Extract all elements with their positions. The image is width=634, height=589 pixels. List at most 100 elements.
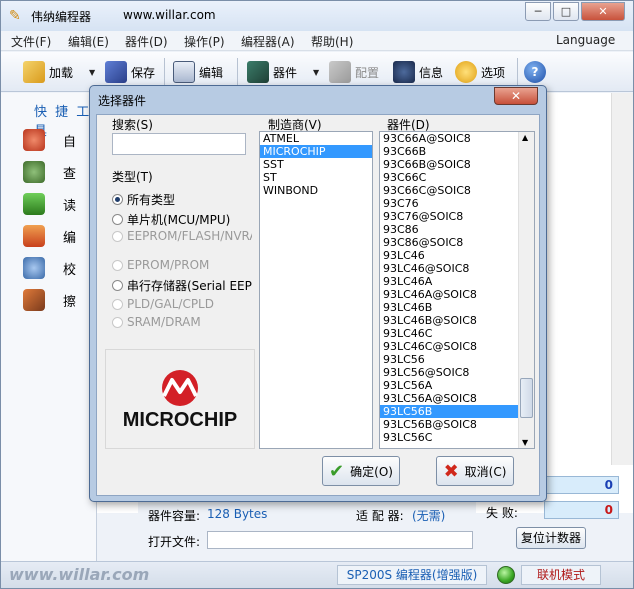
menu-operation[interactable]: 操作(P) [184, 33, 225, 50]
device-button[interactable]: 器件 [247, 58, 297, 86]
device-dropdown-icon[interactable]: ▼ [313, 68, 319, 77]
device-list[interactable]: 93C66A@SOIC8 93C66B 93C66B@SOIC8 93C66C 93C6… [379, 131, 535, 449]
connection-mode: 联机模式 [521, 565, 601, 585]
manufacturer-item[interactable]: ST [260, 171, 372, 184]
device-list-scroll-thumb[interactable] [520, 378, 533, 418]
sidebar-item-label: 校 [63, 262, 77, 278]
load-button[interactable]: 加载 [23, 58, 73, 86]
sidebar-item-label: 读 [63, 198, 77, 214]
config-chip-icon [329, 61, 351, 83]
save-label: 保存 [131, 65, 156, 80]
help-icon: ? [524, 61, 546, 83]
device-item[interactable]: 93LC46B [380, 301, 518, 314]
success-count: 0 [544, 476, 619, 494]
sidebar-item-verify[interactable]: 校 [23, 257, 76, 279]
dialog-close-button[interactable]: ✕ [494, 87, 538, 105]
device-item[interactable]: 93LC46 [380, 249, 518, 262]
sidebar-item-auto[interactable]: 自 [23, 129, 76, 151]
scroll-up-icon[interactable]: ▲ [522, 133, 528, 142]
device-item[interactable]: 93LC46C [380, 327, 518, 340]
type-radio-option[interactable]: 单片机(MCU/MPU) [112, 211, 252, 228]
fail-count: 0 [544, 501, 619, 519]
manufacturer-item[interactable]: SST [260, 158, 372, 171]
menu-programmer[interactable]: 编程器(A) [241, 33, 295, 50]
type-radio-label: SRAM/DRAM [127, 315, 201, 329]
edit-button[interactable]: 编辑 [173, 58, 223, 86]
device-list-scrollbar[interactable]: ▲ ▼ [518, 132, 534, 448]
manufacturer-items: ATMEL MICROCHIP SST ST WINBOND [260, 132, 372, 197]
device-item[interactable]: 93LC46@SOIC8 [380, 262, 518, 275]
type-radio-option[interactable]: 串行存储器(Serial EEPR [112, 277, 252, 294]
status-bar: www.willar.com SP200S 编程器(增强版) 联机模式 [1, 561, 633, 588]
magnifier-icon [23, 257, 45, 279]
device-item[interactable]: 93C66A@SOIC8 [380, 132, 518, 145]
cancel-label: 取消(C) [464, 464, 507, 479]
sidebar-item-erase[interactable]: 擦 [23, 289, 76, 311]
device-item[interactable]: 93LC56 [380, 353, 518, 366]
device-item[interactable]: 93C66C@SOIC8 [380, 184, 518, 197]
device-item[interactable]: 93LC56B@SOIC8 [380, 418, 518, 431]
device-item[interactable]: 93LC56C [380, 431, 518, 444]
online-led-icon [497, 566, 515, 584]
maximize-button[interactable]: □ [553, 2, 579, 21]
sidebar-item-read[interactable]: 读 [23, 193, 76, 215]
device-item[interactable]: 93C76@SOIC8 [380, 210, 518, 223]
sidebar-item-label: 自 [63, 134, 77, 150]
save-button[interactable]: 保存 [105, 58, 155, 86]
device-label: 器件 [273, 65, 298, 80]
type-radio-label: 所有类型 [127, 193, 176, 207]
sidebar-item-program[interactable]: 编 [23, 225, 76, 247]
device-item[interactable]: 93C66B [380, 145, 518, 158]
select-device-dialog: 选择器件 ✕ 搜索(S) 类型(T) 所有类型 单片机(MCU/MPU) EEPRO… [89, 85, 547, 502]
menu-edit[interactable]: 编辑(E) [68, 33, 109, 50]
load-dropdown-icon[interactable]: ▼ [89, 68, 95, 77]
cancel-button[interactable]: ✖ 取消(C) [436, 456, 514, 486]
ok-label: 确定(O) [350, 464, 393, 479]
toolbar-separator [517, 58, 518, 86]
device-item[interactable]: 93LC46C@SOIC8 [380, 340, 518, 353]
reset-counter-button[interactable]: 复位计数器 [516, 527, 586, 549]
device-item[interactable]: 93C66B@SOIC8 [380, 158, 518, 171]
manufacturer-list[interactable]: ATMEL MICROCHIP SST ST WINBOND [259, 131, 373, 449]
manufacturer-item[interactable]: ATMEL [260, 132, 372, 145]
info-button[interactable]: 信息 [393, 58, 443, 86]
device-item[interactable]: 93LC46B@SOIC8 [380, 314, 518, 327]
device-item[interactable]: 93LC56@SOIC8 [380, 366, 518, 379]
device-item[interactable]: 93LC46A@SOIC8 [380, 288, 518, 301]
device-item[interactable]: 93C76 [380, 197, 518, 210]
type-radio-label: 串行存储器(Serial EEPR [127, 279, 252, 293]
menu-device[interactable]: 器件(D) [125, 33, 168, 50]
type-radio-option[interactable]: 所有类型 [112, 191, 252, 208]
type-radio-label: PLD/GAL/CPLD [127, 297, 214, 311]
ok-button[interactable]: ✔ 确定(O) [322, 456, 400, 486]
manufacturer-logo-box: MICROCHIP [105, 349, 255, 449]
sidebar-item-label: 查 [63, 166, 77, 182]
device-item[interactable]: 93LC56B [380, 405, 518, 418]
help-button[interactable]: ? [524, 58, 546, 86]
menu-language[interactable]: Language [556, 33, 615, 47]
search-input[interactable] [112, 133, 246, 155]
device-item[interactable]: 93C66C [380, 171, 518, 184]
openfile-field[interactable] [207, 531, 473, 549]
device-item[interactable]: 93LC56A@SOIC8 [380, 392, 518, 405]
scroll-down-icon[interactable]: ▼ [522, 438, 528, 447]
config-button[interactable]: 配置 [329, 58, 379, 86]
close-button[interactable]: ✕ [581, 2, 625, 21]
info-chip-icon [393, 61, 415, 83]
device-item[interactable]: 93LC56A [380, 379, 518, 392]
manufacturer-item[interactable]: WINBOND [260, 184, 372, 197]
device-item[interactable]: 93C86@SOIC8 [380, 236, 518, 249]
adapter-label: 适 配 器: [356, 509, 404, 523]
sidebar-item-check[interactable]: 查 [23, 161, 76, 183]
options-button[interactable]: 选项 [455, 58, 505, 86]
menu-help[interactable]: 帮助(H) [311, 33, 353, 50]
manufacturer-item[interactable]: MICROCHIP [260, 145, 372, 158]
menu-file[interactable]: 文件(F) [11, 33, 51, 50]
capacity-label: 器件容量: [148, 509, 201, 523]
device-item[interactable]: 93LC46A [380, 275, 518, 288]
config-label: 配置 [355, 65, 380, 80]
minimize-button[interactable]: ─ [525, 2, 551, 21]
check-chip-icon [23, 161, 45, 183]
log-scrollbar[interactable] [611, 93, 633, 465]
device-item[interactable]: 93C86 [380, 223, 518, 236]
